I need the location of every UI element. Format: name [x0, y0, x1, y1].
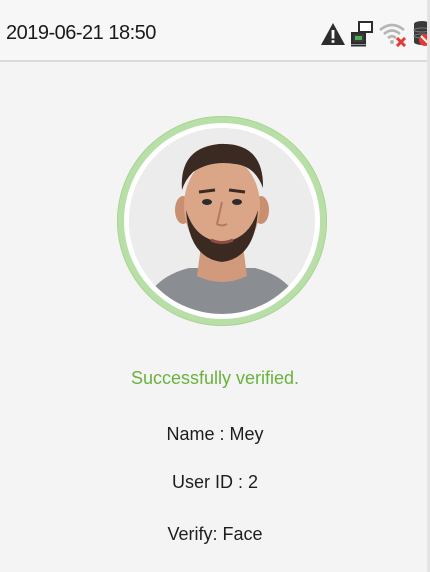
network-icon — [350, 21, 374, 47]
status-icons — [320, 20, 430, 48]
user-id: User ID : 2 — [171, 472, 259, 492]
status-bar: 2019-06-21 18:50 — [0, 0, 430, 62]
warning-icon — [320, 22, 346, 46]
success-message: Successfully verified. — [130, 368, 300, 388]
verify-method: Verify: Face — [167, 524, 263, 544]
verification-content: Successfully verified. Name : Mey User I… — [0, 62, 430, 572]
face-photo-frame — [117, 116, 327, 326]
verification-screen: 2019-06-21 18:50 Successfully verified. … — [0, 0, 430, 572]
user-name: Name : Mey — [166, 424, 264, 444]
wifi-disconnected-icon — [378, 21, 408, 47]
datetime: 2019-06-21 18:50 — [6, 22, 156, 44]
user-face-photo — [129, 128, 315, 314]
